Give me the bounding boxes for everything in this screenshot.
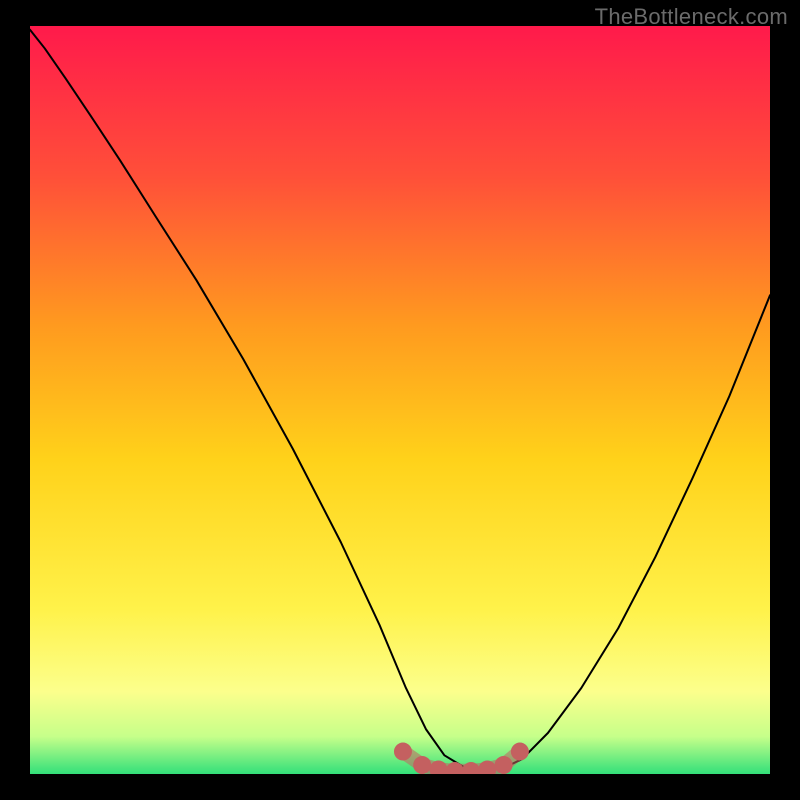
chart-svg [30, 26, 770, 774]
chart-background [30, 26, 770, 774]
chart-frame: TheBottleneck.com [0, 0, 800, 800]
chart-plot-area [30, 26, 770, 774]
marker-dot [495, 756, 513, 774]
marker-dot [413, 756, 431, 774]
marker-dot [394, 743, 412, 761]
marker-dot [511, 743, 529, 761]
